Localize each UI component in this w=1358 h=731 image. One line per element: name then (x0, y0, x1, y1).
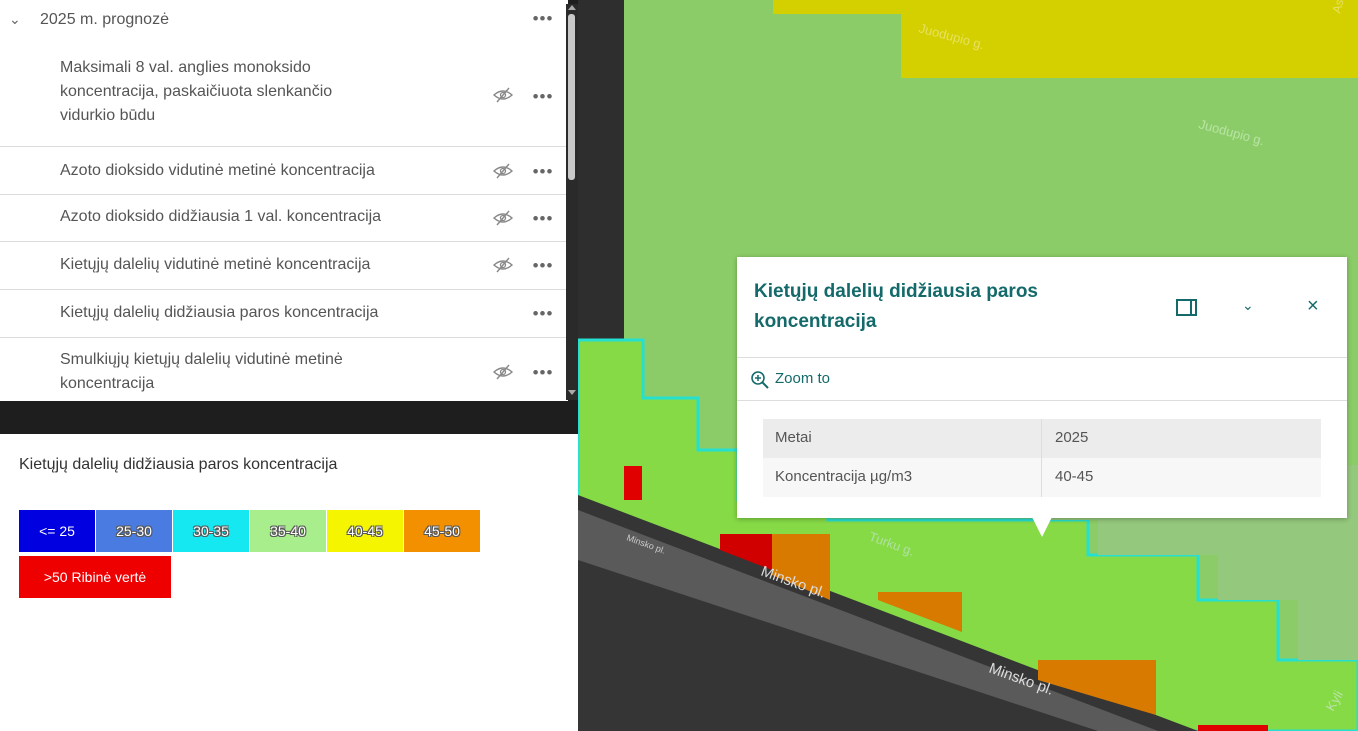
layer-row[interactable]: Azoto dioksido didžiausia 1 val. koncent… (0, 195, 568, 242)
popup-title: Kietųjų dalelių didžiausia paros koncent… (754, 281, 1038, 332)
visibility-off-icon[interactable] (492, 86, 514, 104)
layer-label: Kietųjų dalelių didžiausia paros koncent… (60, 304, 379, 321)
scroll-up-arrow-icon[interactable] (568, 5, 576, 10)
zone-gt-50 (1198, 725, 1268, 731)
options-icon[interactable]: ••• (532, 364, 554, 384)
legend-swatch: >50 Ribinė vertė (19, 556, 171, 598)
popup-pointer (1032, 517, 1052, 537)
layer-label: Maksimali 8 val. anglies monoksido konce… (60, 59, 333, 124)
layer-label: Azoto dioksido vidutinė metinė koncentra… (60, 162, 375, 179)
map-dark-strip (578, 0, 624, 340)
visibility-off-icon[interactable] (492, 209, 514, 227)
chevron-down-icon[interactable]: ⌄ (9, 11, 21, 28)
legend-swatch: 25-30 (96, 510, 172, 552)
options-icon[interactable]: ••• (532, 210, 554, 230)
attribute-table: Metai 2025 Koncentracija µg/m3 40-45 (763, 419, 1321, 497)
options-icon[interactable]: ••• (532, 163, 554, 183)
layer-group-title: 2025 m. prognozė (40, 11, 169, 28)
legend-swatch: 35-40 (250, 510, 326, 552)
legend-swatch: 40-45 (327, 510, 403, 552)
legend-swatch: 45-50 (404, 510, 480, 552)
layer-row[interactable]: Maksimali 8 val. anglies monoksido konce… (0, 46, 568, 147)
attribute-value: 2025 (1055, 429, 1089, 446)
visibility-off-icon[interactable] (492, 256, 514, 274)
attribute-value: 40-45 (1055, 468, 1094, 485)
zoom-in-icon[interactable] (750, 370, 770, 390)
legend-swatch: <= 25 (19, 510, 95, 552)
layer-row[interactable]: Azoto dioksido vidutinė metinė koncentra… (0, 147, 568, 195)
layer-list-panel: ⌄ 2025 m. prognozė ••• Maksimali 8 val. … (0, 0, 568, 401)
collapse-chevron-icon[interactable]: ⌄ (1242, 297, 1254, 314)
close-icon[interactable]: × (1307, 295, 1319, 318)
zone-35-40 (624, 0, 638, 340)
layer-row[interactable]: Kietųjų dalelių vidutinė metinė koncentr… (0, 242, 568, 290)
layer-label: Smulkiųjų kietųjų dalelių vidutinė metin… (60, 351, 343, 392)
dock-icon[interactable] (1176, 299, 1197, 316)
options-icon[interactable]: ••• (532, 88, 554, 108)
visibility-off-icon[interactable] (492, 162, 514, 180)
legend-title: Kietųjų dalelių didžiausia paros koncent… (19, 456, 338, 473)
scroll-down-arrow-icon[interactable] (568, 390, 576, 395)
feature-popup: Kietųjų dalelių didžiausia paros koncent… (737, 257, 1347, 537)
layer-list-scrollbar[interactable] (566, 4, 578, 400)
legend-swatch: 30-35 (173, 510, 249, 552)
options-icon[interactable]: ••• (532, 305, 554, 325)
zoom-to-link[interactable]: Zoom to (775, 370, 830, 387)
layer-row[interactable]: Smulkiųjų kietųjų dalelių vidutinė metin… (0, 338, 568, 401)
divider (737, 400, 1347, 401)
zone-gt-50 (624, 466, 642, 500)
options-icon[interactable]: ••• (532, 10, 554, 30)
layer-group-row[interactable]: ⌄ 2025 m. prognozė ••• (0, 0, 568, 46)
layer-row-active[interactable]: Kietųjų dalelių didžiausia paros koncent… (0, 290, 568, 338)
layer-label: Kietųjų dalelių vidutinė metinė koncentr… (60, 256, 371, 273)
attribute-key: Koncentracija µg/m3 (775, 468, 913, 485)
options-icon[interactable]: ••• (532, 257, 554, 277)
table-row: Metai 2025 (763, 419, 1321, 458)
divider (737, 357, 1347, 358)
table-row: Koncentracija µg/m3 40-45 (763, 458, 1321, 497)
scrollbar-thumb[interactable] (568, 14, 575, 180)
visibility-off-icon[interactable] (492, 363, 514, 381)
attribute-key: Metai (775, 429, 812, 446)
legend-panel: Kietųjų dalelių didžiausia paros koncent… (0, 434, 578, 731)
layer-label: Azoto dioksido didžiausia 1 val. koncent… (60, 208, 382, 225)
